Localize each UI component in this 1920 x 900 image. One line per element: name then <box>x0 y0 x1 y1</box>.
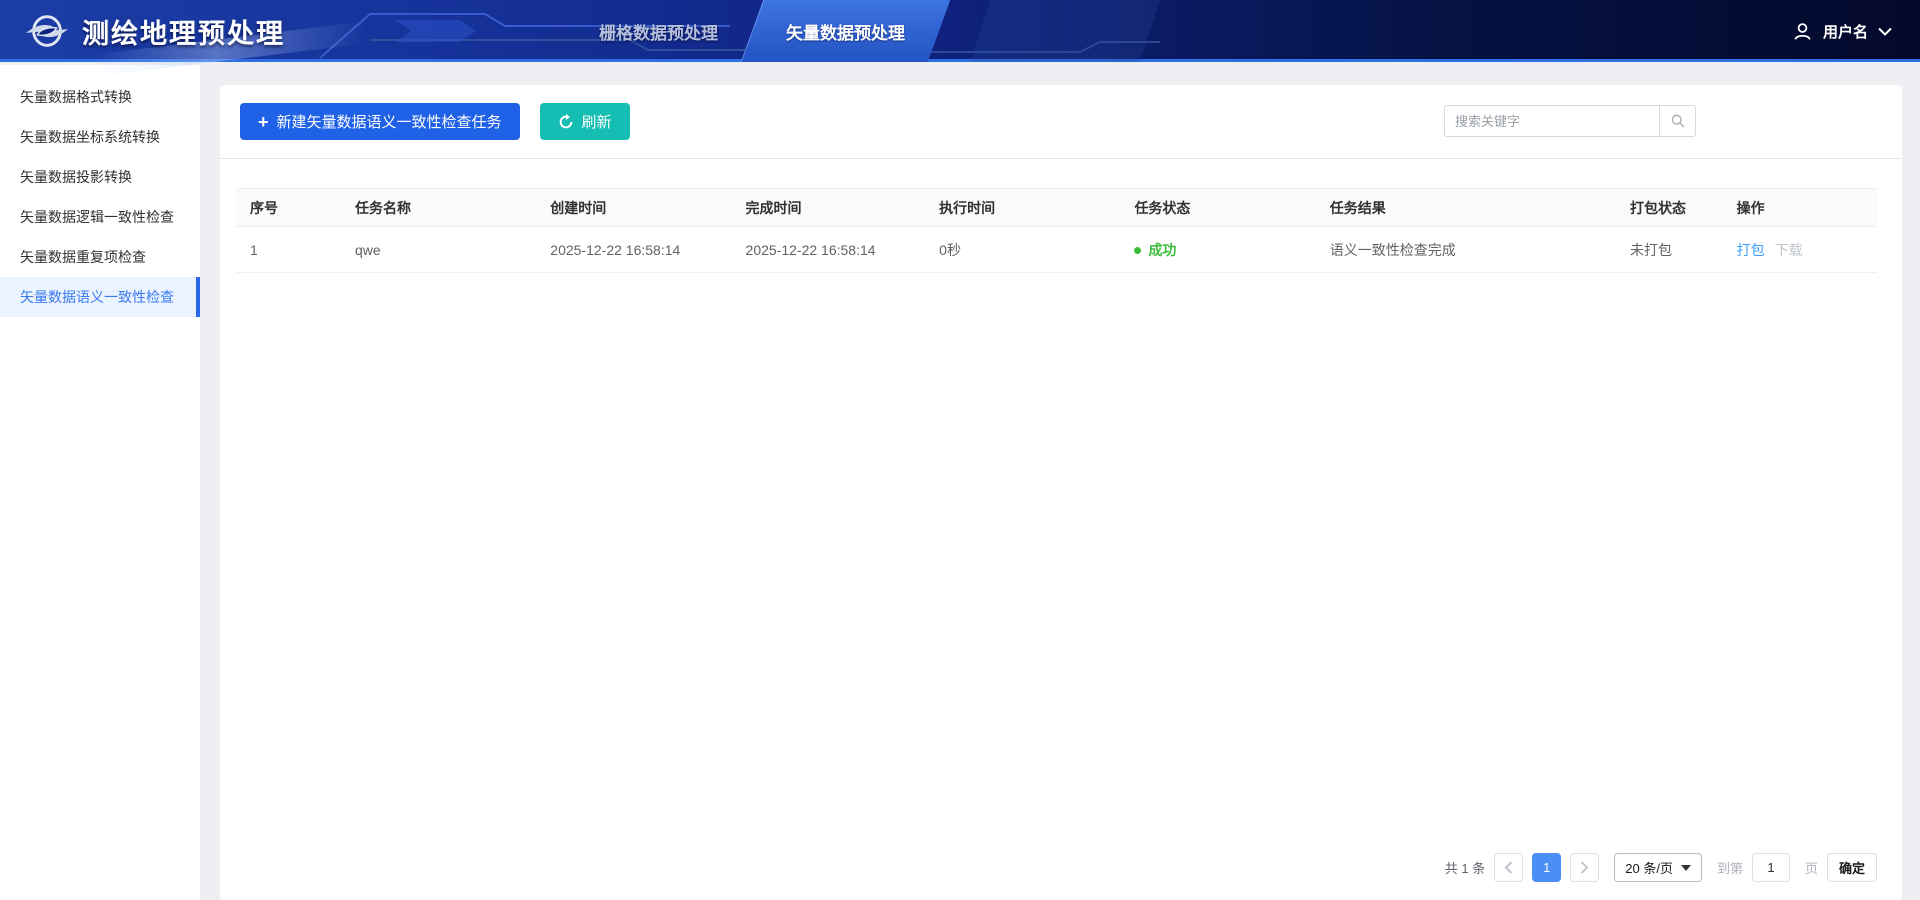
col-created-time: 创建时间 <box>536 189 731 227</box>
goto-suffix-label: 页 <box>1805 858 1818 877</box>
pagination: 共 1 条 1 20 条/页 到第 页 确定 <box>1445 853 1877 882</box>
sidebar-item-coordinate-conversion[interactable]: 矢量数据坐标系统转换 <box>0 117 200 157</box>
cell-status: 成功 <box>1120 227 1315 273</box>
sidebar-item-format-conversion[interactable]: 矢量数据格式转换 <box>0 77 200 117</box>
caret-down-icon <box>1681 865 1691 871</box>
search-group <box>1444 105 1696 137</box>
new-task-button-label: 新建矢量数据语义一致性检查任务 <box>277 111 502 132</box>
col-package-status: 打包状态 <box>1616 189 1723 227</box>
cell-created-time: 2025-12-22 16:58:14 <box>536 227 731 273</box>
cell-task-name: qwe <box>341 227 536 273</box>
download-link[interactable]: 下载 <box>1775 242 1803 258</box>
person-icon <box>1792 21 1813 42</box>
user-menu[interactable]: 用户名 <box>1792 0 1892 62</box>
tab-vector-preprocessing[interactable]: 矢量数据预处理 <box>752 0 939 62</box>
sidebar-item-logic-consistency-check[interactable]: 矢量数据逻辑一致性检查 <box>0 197 200 237</box>
tab-label: 矢量数据预处理 <box>786 19 905 44</box>
cell-actions: 打包下载 <box>1723 227 1877 273</box>
new-task-button[interactable]: + 新建矢量数据语义一致性检查任务 <box>240 103 520 140</box>
sidebar: 矢量数据格式转换 矢量数据坐标系统转换 矢量数据投影转换 矢量数据逻辑一致性检查… <box>0 65 200 900</box>
chevron-down-icon <box>1878 27 1892 36</box>
search-button[interactable] <box>1659 105 1696 137</box>
goto-prefix-label: 到第 <box>1717 858 1743 877</box>
page-size-select[interactable]: 20 条/页 <box>1614 853 1702 882</box>
next-page-button[interactable] <box>1570 853 1599 882</box>
status-text: 成功 <box>1148 242 1176 258</box>
plus-icon: + <box>258 113 269 131</box>
col-finished-time: 完成时间 <box>732 189 926 227</box>
refresh-button-label: 刷新 <box>582 111 612 132</box>
top-tabs: 栅格数据预处理 矢量数据预处理 <box>565 0 939 62</box>
app-header: 测绘地理预处理 栅格数据预处理 矢量数据预处理 用户名 <box>0 0 1920 62</box>
cell-result: 语义一致性检查完成 <box>1316 227 1616 273</box>
cell-duration: 0秒 <box>925 227 1120 273</box>
col-actions: 操作 <box>1723 189 1877 227</box>
brand: 测绘地理预处理 <box>24 0 285 62</box>
col-index: 序号 <box>236 189 341 227</box>
search-icon <box>1670 113 1686 129</box>
refresh-icon <box>558 114 574 130</box>
content-card: + 新建矢量数据语义一致性检查任务 刷新 <box>220 85 1902 900</box>
toolbar: + 新建矢量数据语义一致性检查任务 刷新 <box>220 85 1902 158</box>
table-header-row: 序号 任务名称 创建时间 完成时间 执行时间 任务状态 任务结果 打包状态 操作 <box>236 189 1877 227</box>
task-table-wrap: 序号 任务名称 创建时间 完成时间 执行时间 任务状态 任务结果 打包状态 操作… <box>220 159 1902 273</box>
cell-finished-time: 2025-12-22 16:58:14 <box>732 227 926 273</box>
total-count-label: 共 1 条 <box>1445 858 1485 877</box>
package-link[interactable]: 打包 <box>1737 242 1765 258</box>
sidebar-item-projection-conversion[interactable]: 矢量数据投影转换 <box>0 157 200 197</box>
status-dot <box>1134 247 1141 254</box>
page-size-label: 20 条/页 <box>1625 858 1673 877</box>
sidebar-item-duplicate-check[interactable]: 矢量数据重复项检查 <box>0 237 200 277</box>
col-task-name: 任务名称 <box>341 189 536 227</box>
search-input[interactable] <box>1444 105 1659 137</box>
col-result: 任务结果 <box>1316 189 1616 227</box>
tab-raster-preprocessing[interactable]: 栅格数据预处理 <box>565 0 752 62</box>
task-table: 序号 任务名称 创建时间 完成时间 执行时间 任务状态 任务结果 打包状态 操作… <box>236 188 1877 273</box>
tab-label: 栅格数据预处理 <box>599 19 718 44</box>
page-1-button[interactable]: 1 <box>1532 853 1561 882</box>
sidebar-item-semantic-consistency-check[interactable]: 矢量数据语义一致性检查 <box>0 277 200 317</box>
goto-confirm-button[interactable]: 确定 <box>1827 853 1877 882</box>
refresh-button[interactable]: 刷新 <box>540 103 630 140</box>
cell-index: 1 <box>236 227 341 273</box>
goto-page-input[interactable] <box>1752 853 1790 882</box>
col-status: 任务状态 <box>1120 189 1315 227</box>
table-row: 1 qwe 2025-12-22 16:58:14 2025-12-22 16:… <box>236 227 1877 273</box>
app-logo-icon <box>24 8 70 54</box>
chevron-left-icon <box>1504 861 1513 874</box>
user-name: 用户名 <box>1823 21 1868 42</box>
prev-page-button[interactable] <box>1494 853 1523 882</box>
app-title: 测绘地理预处理 <box>82 12 285 51</box>
chevron-right-icon <box>1580 861 1589 874</box>
cell-package-status: 未打包 <box>1616 227 1723 273</box>
col-duration: 执行时间 <box>925 189 1120 227</box>
